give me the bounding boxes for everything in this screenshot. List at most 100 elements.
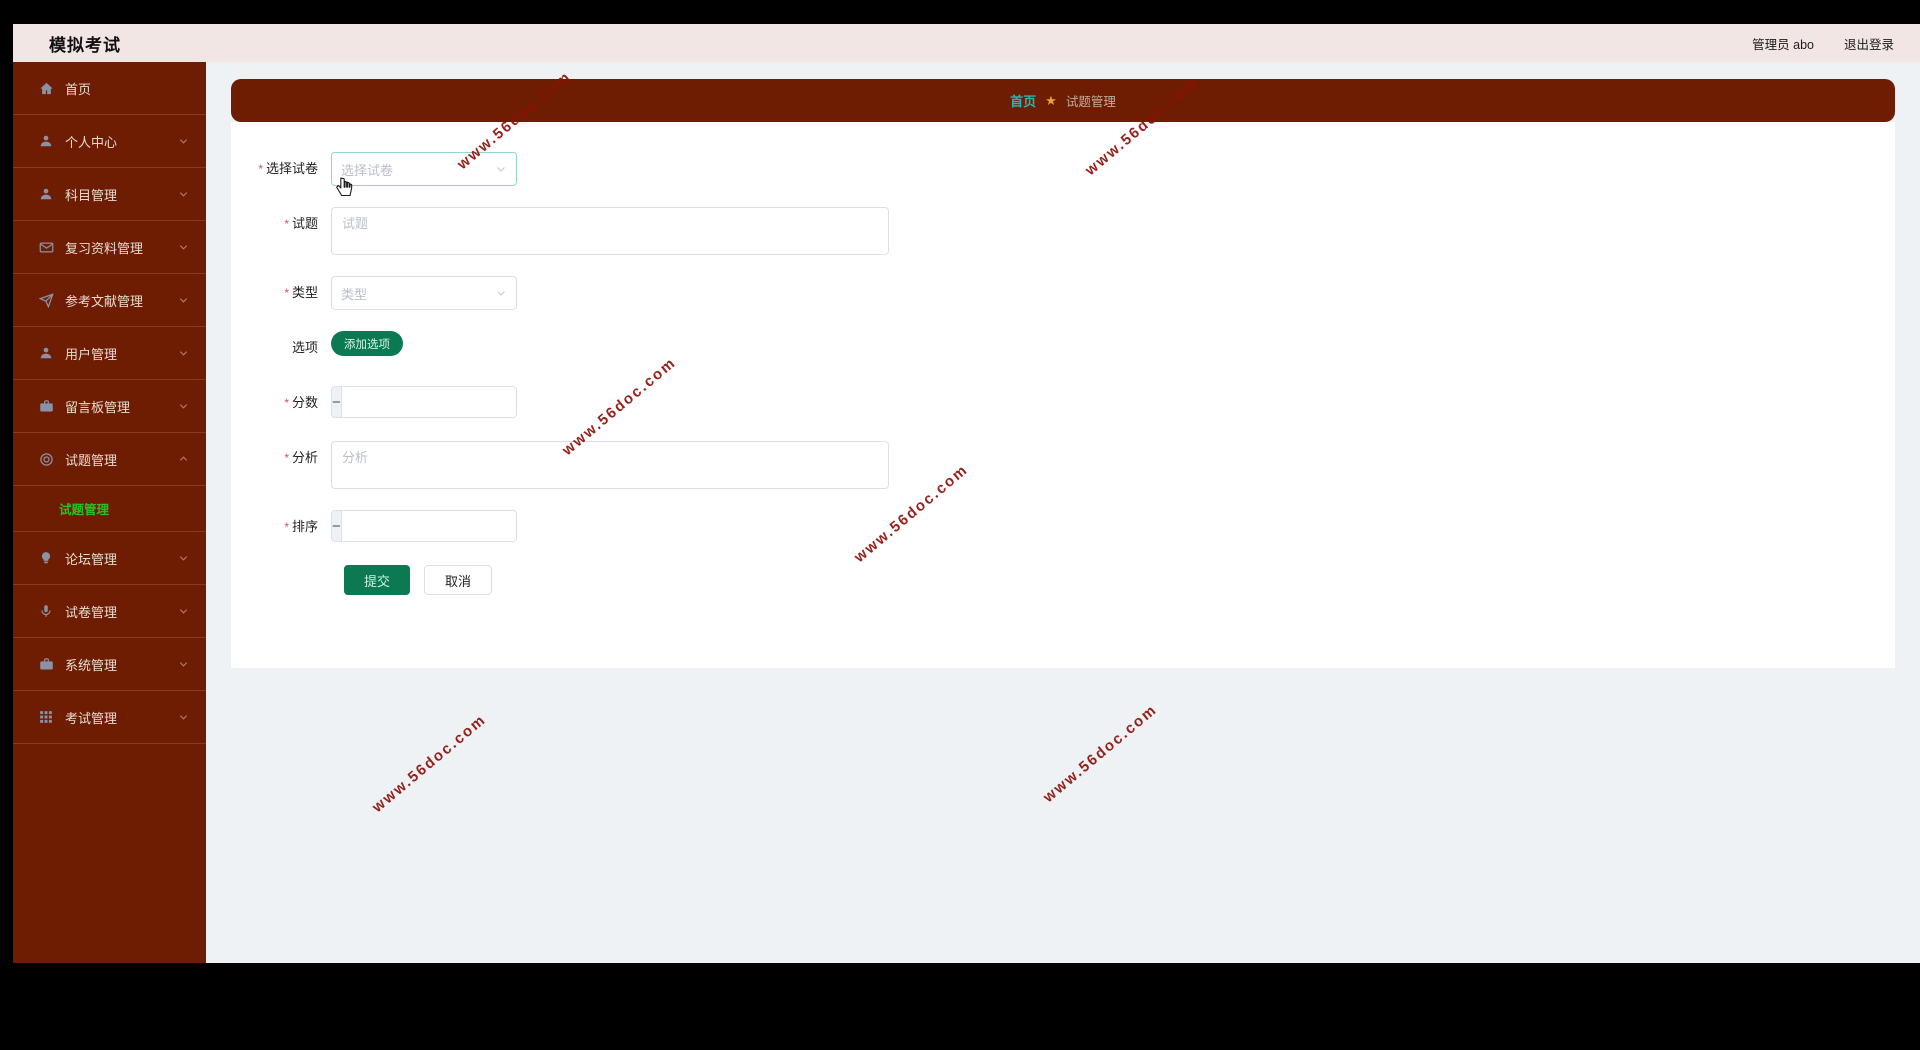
user-icon <box>38 133 54 149</box>
sidebar-label-review-material-manage: 复习资料管理 <box>65 240 144 256</box>
form-actions: 提交 取消 <box>231 565 1895 595</box>
required-marker: * <box>258 162 263 176</box>
sidebar-label-question-manage: 试题管理 <box>65 452 118 468</box>
chevron-down-icon <box>495 287 507 299</box>
required-marker: * <box>284 217 289 231</box>
sidebar-item-forum-manage[interactable]: 论坛管理 <box>13 532 206 585</box>
label-type: * 类型 <box>284 285 318 300</box>
sidebar-nav: 首页 个人中心 科目管理 复习资料管理 参考文献管理 用户管理 留言板管理 试题… <box>13 62 206 963</box>
mail-icon <box>38 239 54 255</box>
sidebar-label-personal-center: 个人中心 <box>65 134 118 150</box>
label-analysis: * 分析 <box>284 450 318 465</box>
header-right-group: 管理员 abo 退出登录 <box>1752 34 1894 53</box>
chevron-down-icon <box>178 606 189 617</box>
form-row-paper: * 选择试卷 选择试卷 <box>231 152 1895 186</box>
sidebar-item-exam-paper-manage[interactable]: 试卷管理 <box>13 585 206 638</box>
label-options: 选项 <box>291 340 318 355</box>
sort-decrement-button[interactable]: − <box>332 511 342 541</box>
sidebar-subitem-question-manage[interactable]: 试题管理 <box>13 486 206 532</box>
chevron-down-icon <box>178 401 189 412</box>
sidebar-label-subject-manage: 科目管理 <box>65 187 118 203</box>
analysis-textarea[interactable] <box>331 441 889 489</box>
chevron-down-icon <box>178 348 189 359</box>
star-icon: ★ <box>1045 92 1057 108</box>
form-row-question: * 试题 <box>231 207 1895 255</box>
breadcrumb: 首页 ★ 试题管理 <box>231 79 1895 122</box>
sidebar-item-home[interactable]: 首页 <box>13 62 206 115</box>
breadcrumb-current: 试题管理 <box>1065 95 1116 109</box>
required-marker: * <box>284 451 289 465</box>
score-stepper[interactable]: − + <box>331 386 517 418</box>
question-textarea[interactable] <box>331 207 889 255</box>
mic-icon <box>38 603 54 619</box>
briefcase-icon <box>38 398 54 414</box>
label-score: * 分数 <box>284 395 318 410</box>
sidebar-item-reference-manage[interactable]: 参考文献管理 <box>13 274 206 327</box>
sidebar-item-personal-center[interactable]: 个人中心 <box>13 115 206 168</box>
sidebar-label-message-board-manage: 留言板管理 <box>65 399 131 415</box>
chevron-down-icon <box>178 712 189 723</box>
form-row-type: * 类型 类型 <box>231 276 1895 310</box>
briefcase-icon <box>38 656 54 672</box>
chevron-down-icon <box>178 553 189 564</box>
sidebar-item-review-material-manage[interactable]: 复习资料管理 <box>13 221 206 274</box>
chevron-down-icon <box>178 136 189 147</box>
label-question: * 试题 <box>284 216 318 231</box>
logout-link[interactable]: 退出登录 <box>1844 34 1894 53</box>
form-row-options: 选项 添加选项 <box>231 331 1895 365</box>
bulb-icon <box>38 550 54 566</box>
required-marker: * <box>284 520 289 534</box>
sidebar-sublabel-question-manage: 试题管理 <box>59 503 110 517</box>
user-icon <box>38 186 54 202</box>
required-marker: * <box>284 286 289 300</box>
sidebar-item-system-manage[interactable]: 系统管理 <box>13 638 206 691</box>
sidebar-item-user-manage[interactable]: 用户管理 <box>13 327 206 380</box>
sidebar-item-message-board-manage[interactable]: 留言板管理 <box>13 380 206 433</box>
chevron-down-icon <box>178 295 189 306</box>
send-icon <box>38 292 54 308</box>
sidebar-label-exam-manage: 考试管理 <box>65 710 118 726</box>
score-input[interactable] <box>341 387 516 417</box>
home-icon <box>38 80 54 96</box>
label-paper: * 选择试卷 <box>258 161 318 176</box>
sidebar-item-subject-manage[interactable]: 科目管理 <box>13 168 206 221</box>
sidebar-label-user-manage: 用户管理 <box>65 346 118 362</box>
form-row-score: *分数 − + <box>231 386 1895 420</box>
chevron-up-icon <box>178 454 189 465</box>
chevron-down-icon <box>178 659 189 670</box>
chevron-down-icon <box>495 163 507 175</box>
sort-input[interactable] <box>341 511 516 541</box>
chevron-down-icon <box>178 242 189 253</box>
form-row-sort: *排序 − + <box>231 510 1895 544</box>
type-select[interactable]: 类型 <box>331 276 517 310</box>
submit-button[interactable]: 提交 <box>344 565 411 595</box>
sidebar-label-exam-paper-manage: 试卷管理 <box>65 604 118 620</box>
sort-stepper[interactable]: − + <box>331 510 517 542</box>
paper-select[interactable]: 选择试卷 <box>331 152 517 186</box>
paper-select-placeholder: 选择试卷 <box>341 162 394 178</box>
app-brand-title: 模拟考试 <box>49 35 121 55</box>
add-option-button[interactable]: 添加选项 <box>331 331 403 356</box>
required-marker: * <box>284 396 289 410</box>
score-decrement-button[interactable]: − <box>332 387 342 417</box>
sidebar-label-forum-manage: 论坛管理 <box>65 551 118 567</box>
app-root: 模拟考试 管理员 abo 退出登录 首页 个人中心 科目管理 复习资料管理 参考… <box>13 24 1920 963</box>
form-card: *选择试卷 选择试卷 *试题 *类型 <box>231 122 1895 668</box>
cancel-button[interactable]: 取消 <box>424 565 493 595</box>
current-user-label: 管理员 abo <box>1752 37 1814 52</box>
main-content: 首页 ★ 试题管理 * 选择试卷 选择试卷 * 试题 试题 * 类型 类型 选项… <box>206 62 1920 963</box>
sidebar-label-home: 首页 <box>65 81 92 97</box>
label-sort: * 排序 <box>284 519 318 534</box>
sidebar-label-reference-manage: 参考文献管理 <box>65 293 144 309</box>
sidebar-item-question-manage[interactable]: 试题管理 <box>13 433 206 486</box>
form-row-analysis: * 分析 <box>231 441 1895 489</box>
grid-icon <box>38 709 54 725</box>
chevron-down-icon <box>178 189 189 200</box>
sidebar-item-exam-manage[interactable]: 考试管理 <box>13 691 206 744</box>
sidebar-label-system-manage: 系统管理 <box>65 657 118 673</box>
circle-icon <box>38 451 54 467</box>
user-icon <box>38 345 54 361</box>
type-select-placeholder: 类型 <box>341 286 368 302</box>
breadcrumb-home-link[interactable]: 首页 <box>1010 91 1036 110</box>
top-header-bar: 模拟考试 管理员 abo 退出登录 <box>13 24 1920 62</box>
